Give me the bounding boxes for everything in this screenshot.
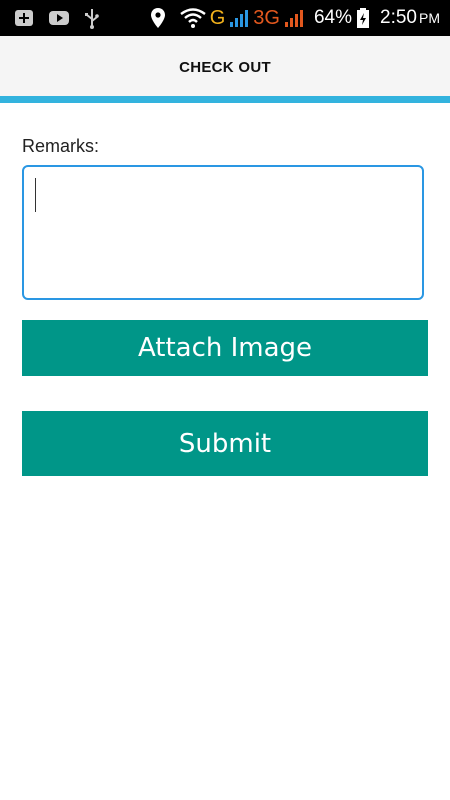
clock: 2:50 PM bbox=[380, 0, 440, 36]
remarks-input[interactable] bbox=[22, 165, 424, 300]
submit-label: Submit bbox=[178, 428, 272, 459]
header-accent-bar bbox=[0, 96, 450, 103]
text-cursor bbox=[35, 178, 36, 212]
attach-image-label: Attach Image bbox=[137, 333, 313, 363]
status-bar-notifications bbox=[14, 0, 100, 36]
network-3g-label: 3G bbox=[253, 6, 280, 29]
battery-percent: 64% bbox=[313, 7, 353, 28]
wifi-icon bbox=[180, 8, 206, 28]
attach-image-button[interactable]: Attach Image bbox=[22, 320, 428, 376]
signal-3g-bars-icon bbox=[284, 8, 304, 28]
clock-time: 2:50 bbox=[380, 7, 417, 28]
usb-icon bbox=[84, 7, 100, 29]
signal-icon bbox=[229, 8, 249, 28]
battery-charging-icon bbox=[356, 7, 370, 29]
location-icon bbox=[150, 7, 166, 29]
notification-plus-icon bbox=[14, 8, 34, 28]
clock-suffix: PM bbox=[419, 10, 440, 26]
youtube-icon bbox=[48, 9, 70, 27]
app-header: CHECK OUT bbox=[0, 36, 450, 96]
page-title: CHECK OUT bbox=[179, 59, 271, 76]
submit-button[interactable]: Submit bbox=[22, 411, 428, 476]
remarks-label: Remarks: bbox=[22, 136, 100, 156]
network-g-label: G bbox=[209, 6, 226, 29]
status-bar: G 3G 64% 2:50 PM bbox=[0, 0, 450, 36]
status-bar-system: G 3G 64% 2:50 PM bbox=[150, 0, 440, 36]
